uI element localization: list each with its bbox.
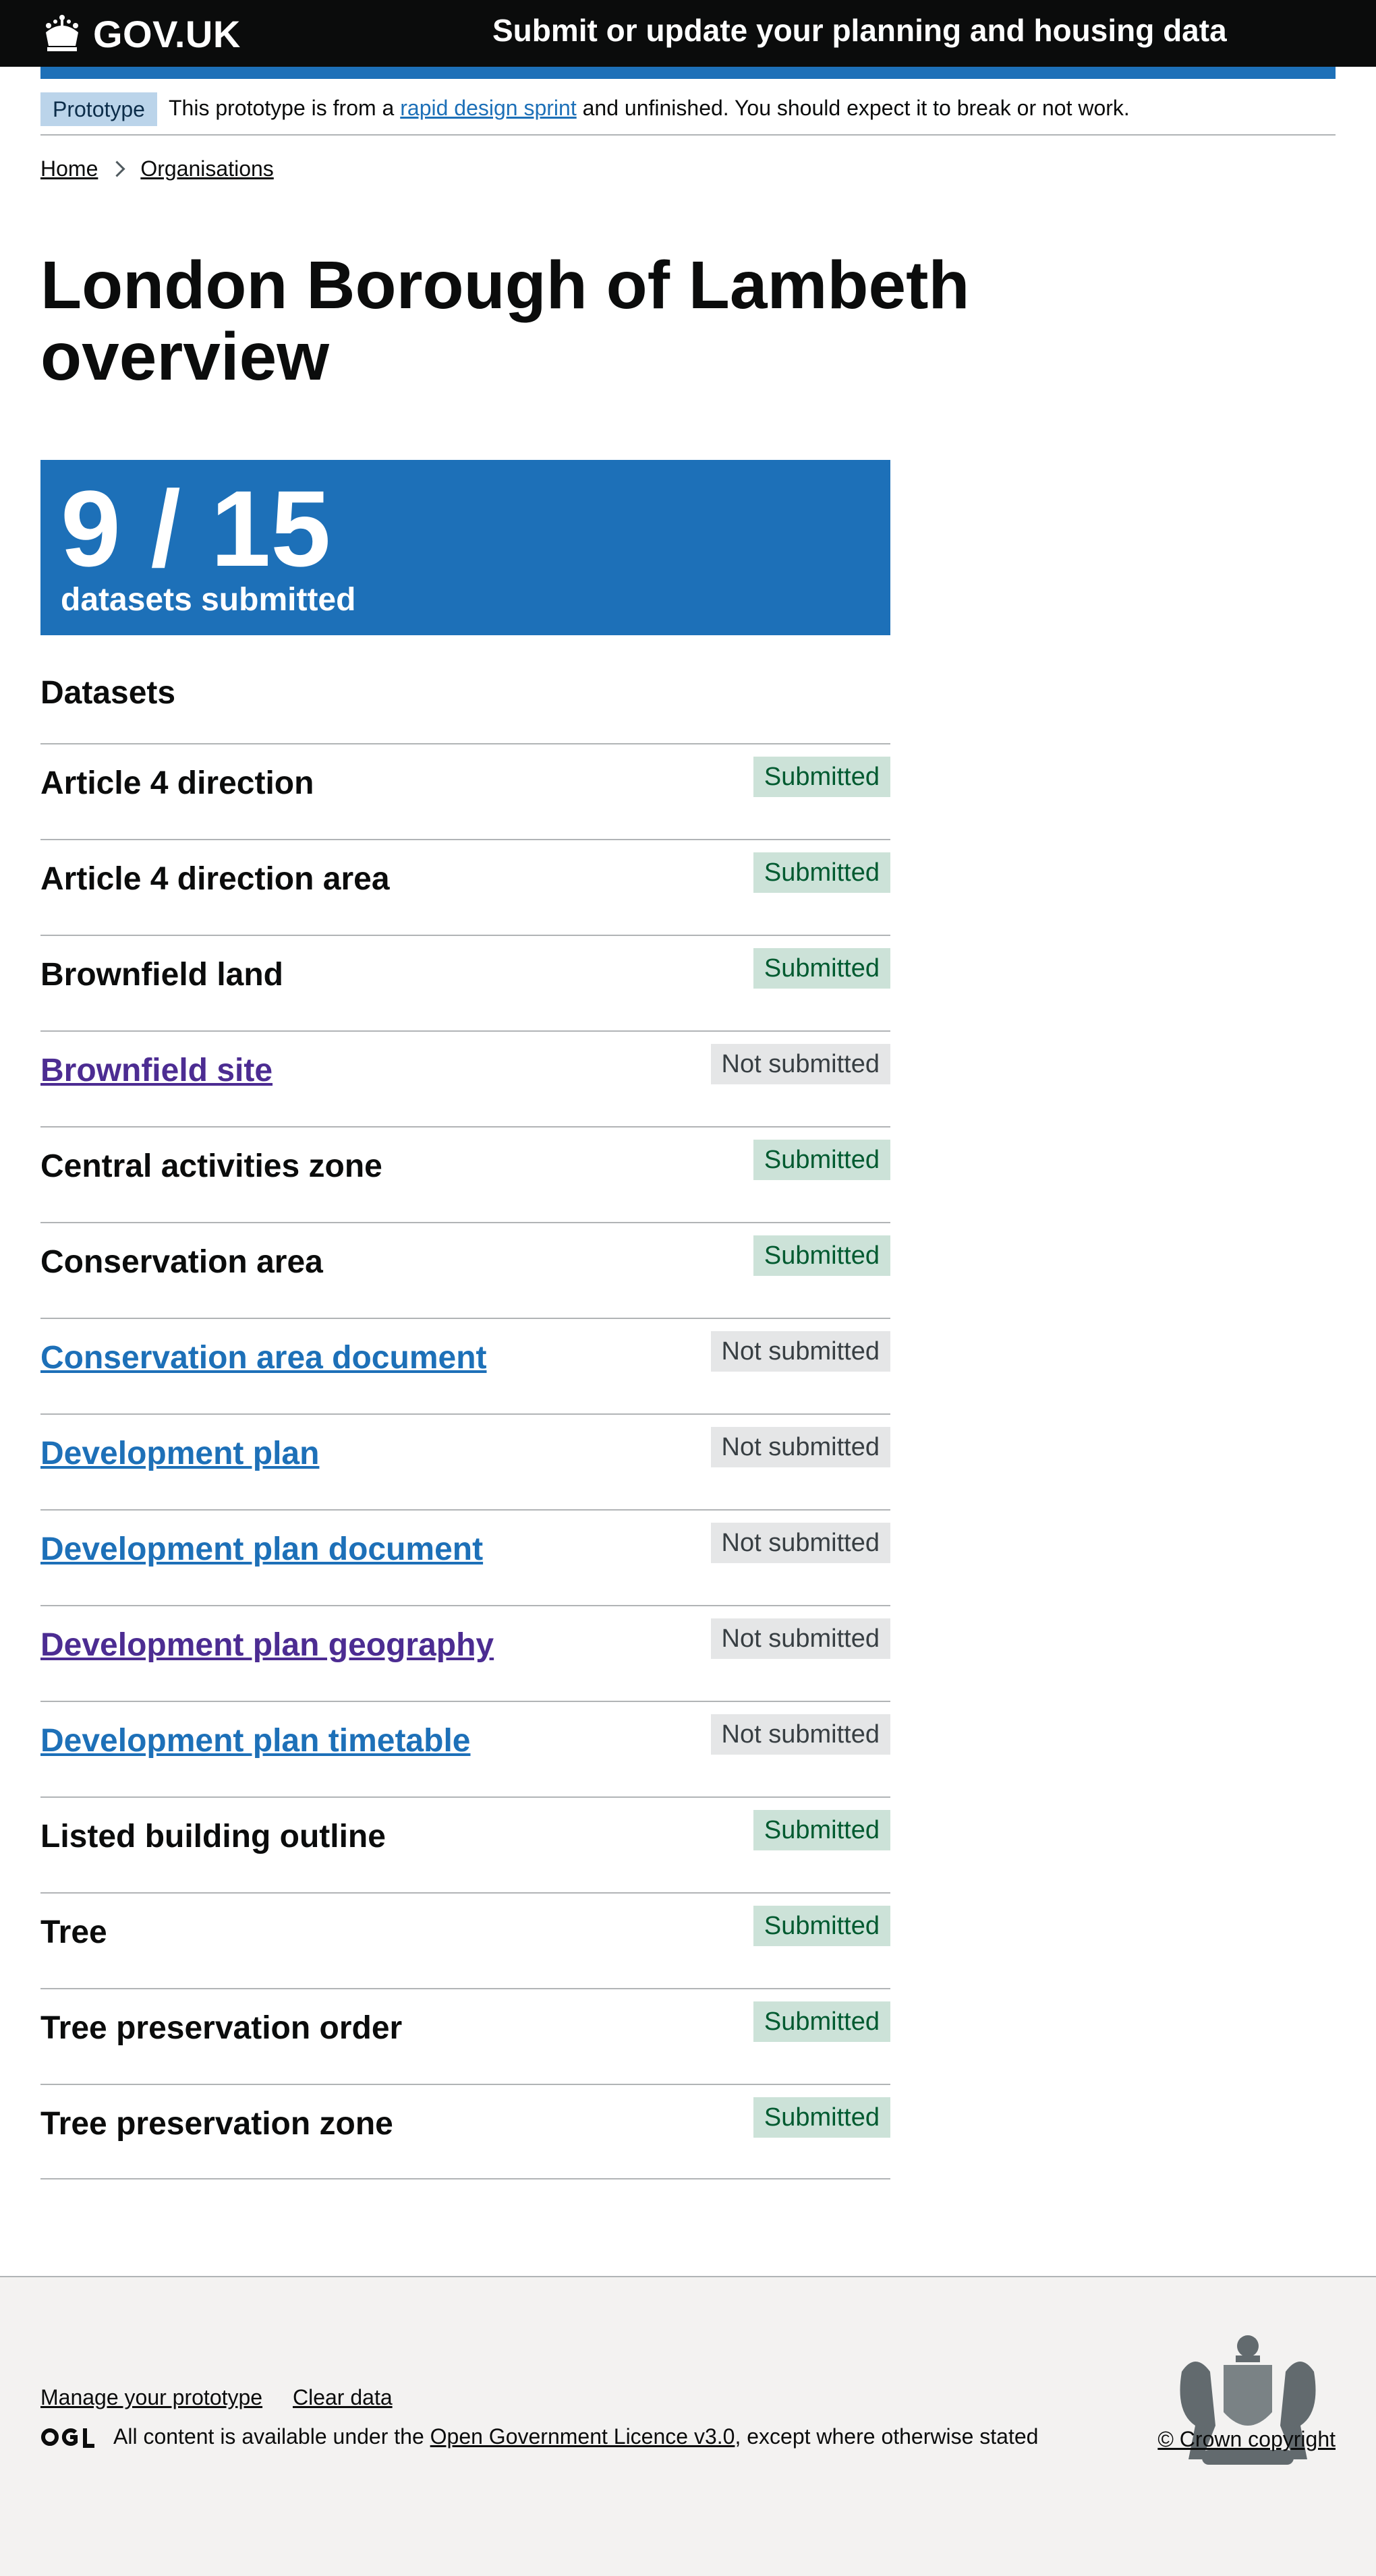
logo-text: GOV.UK [93, 12, 241, 55]
status-badge: Not submitted [710, 1618, 890, 1659]
phase-text: This prototype is from a rapid design sp… [169, 96, 1130, 121]
dataset-row: Conservation area document Not submitted [40, 1318, 890, 1413]
phase-tag: Prototype [40, 92, 157, 126]
dataset-name: Article 4 direction area [40, 861, 390, 897]
dataset-row: Listed building outline Submitted [40, 1796, 890, 1892]
status-badge: Submitted [753, 757, 890, 797]
dataset-row: Article 4 direction area Submitted [40, 839, 890, 935]
header-accent-bar [40, 67, 1336, 79]
dataset-row: Development plan geography Not submitted [40, 1605, 890, 1701]
status-badge: Not submitted [710, 1427, 890, 1467]
crown-copyright-link[interactable]: © Crown copyright [1157, 2427, 1336, 2452]
status-badge: Submitted [753, 1810, 890, 1850]
page-title: London Borough of Lambeth overview [40, 247, 970, 394]
dataset-row: Brownfield land Submitted [40, 935, 890, 1030]
dataset-name[interactable]: Development plan geography [40, 1627, 494, 1664]
clear-data-link[interactable]: Clear data [293, 2385, 393, 2409]
breadcrumb-organisations[interactable]: Organisations [140, 156, 273, 181]
dataset-name[interactable]: Development plan document [40, 1531, 483, 1568]
dataset-row: Tree Submitted [40, 1892, 890, 1988]
status-badge: Submitted [753, 1235, 890, 1276]
header: GOV.UK Submit or update your planning an… [0, 0, 1376, 67]
status-badge: Submitted [753, 1140, 890, 1180]
dataset-name: Article 4 direction [40, 765, 314, 801]
chevron-right-icon [109, 160, 125, 177]
status-badge: Not submitted [710, 1044, 890, 1084]
dataset-row: Article 4 direction Submitted [40, 743, 890, 839]
dataset-name: Tree preservation order [40, 2010, 403, 2046]
footer-links: Manage your prototype Clear data [40, 2385, 417, 2410]
dataset-name: Brownfield land [40, 957, 283, 993]
status-badge: Not submitted [710, 1331, 890, 1372]
status-badge: Submitted [753, 2097, 890, 2138]
crown-icon [46, 15, 78, 51]
dataset-name[interactable]: Development plan timetable [40, 1722, 470, 1759]
datasets-submitted-label: datasets submitted [61, 582, 356, 618]
datasets-submitted-count: 9 / 15 [61, 468, 331, 589]
rapid-design-sprint-link[interactable]: rapid design sprint [400, 96, 576, 120]
breadcrumb: Home Organisations [40, 156, 274, 181]
phase-text-after: and unfinished. You should expect it to … [582, 96, 1130, 120]
footer: Manage your prototype Clear data All con… [0, 2276, 1376, 2576]
phase-text-before: This prototype is from a [169, 96, 395, 120]
licence-statement: All content is available under the Open … [40, 2424, 1038, 2449]
status-badge: Submitted [753, 1906, 890, 1946]
dataset-name[interactable]: Brownfield site [40, 1052, 273, 1089]
datasets-heading: Datasets [40, 675, 176, 711]
licence-text-before: All content is available under the [113, 2424, 424, 2449]
ogl-logo-icon [41, 2428, 94, 2448]
dataset-name: Central activities zone [40, 1148, 382, 1184]
datasets-submitted-panel: 9 / 15 datasets submitted [40, 460, 890, 635]
phase-banner: Prototype This prototype is from a rapid… [40, 79, 1336, 136]
dataset-row: Development plan document Not submitted [40, 1509, 890, 1605]
status-badge: Submitted [753, 2001, 890, 2042]
status-badge: Not submitted [710, 1714, 890, 1755]
dataset-row: Tree preservation zone Submitted [40, 2084, 890, 2179]
dataset-row: Conservation area Submitted [40, 1222, 890, 1318]
dataset-list: Article 4 direction Submitted Article 4 di… [40, 743, 890, 2179]
status-badge: Submitted [753, 948, 890, 989]
dataset-name: Listed building outline [40, 1819, 386, 1854]
dataset-row: Development plan timetable Not submitted [40, 1701, 890, 1796]
licence-text-after: , except where otherwise stated [735, 2424, 1039, 2449]
dataset-row: Tree preservation order Submitted [40, 1988, 890, 2084]
licence-text: All content is available under the Open … [113, 2424, 1038, 2449]
govuk-logo-link[interactable]: GOV.UK [40, 8, 241, 59]
dataset-name: Tree [40, 1914, 107, 1950]
dataset-name: Conservation area [40, 1244, 323, 1280]
dataset-name[interactable]: Development plan [40, 1435, 319, 1472]
dataset-row: Brownfield site Not submitted [40, 1030, 890, 1126]
dataset-name[interactable]: Conservation area document [40, 1339, 487, 1376]
manage-prototype-link[interactable]: Manage your prototype [40, 2385, 262, 2409]
status-badge: Not submitted [710, 1523, 890, 1563]
status-badge: Submitted [753, 852, 890, 893]
dataset-name: Tree preservation zone [40, 2106, 393, 2142]
service-name-link[interactable]: Submit or update your planning and housi… [492, 12, 1227, 49]
ogl-link[interactable]: Open Government Licence v3.0 [430, 2424, 735, 2449]
breadcrumb-home[interactable]: Home [40, 156, 98, 181]
dataset-row: Development plan Not submitted [40, 1413, 890, 1509]
dataset-row: Central activities zone Submitted [40, 1126, 890, 1222]
